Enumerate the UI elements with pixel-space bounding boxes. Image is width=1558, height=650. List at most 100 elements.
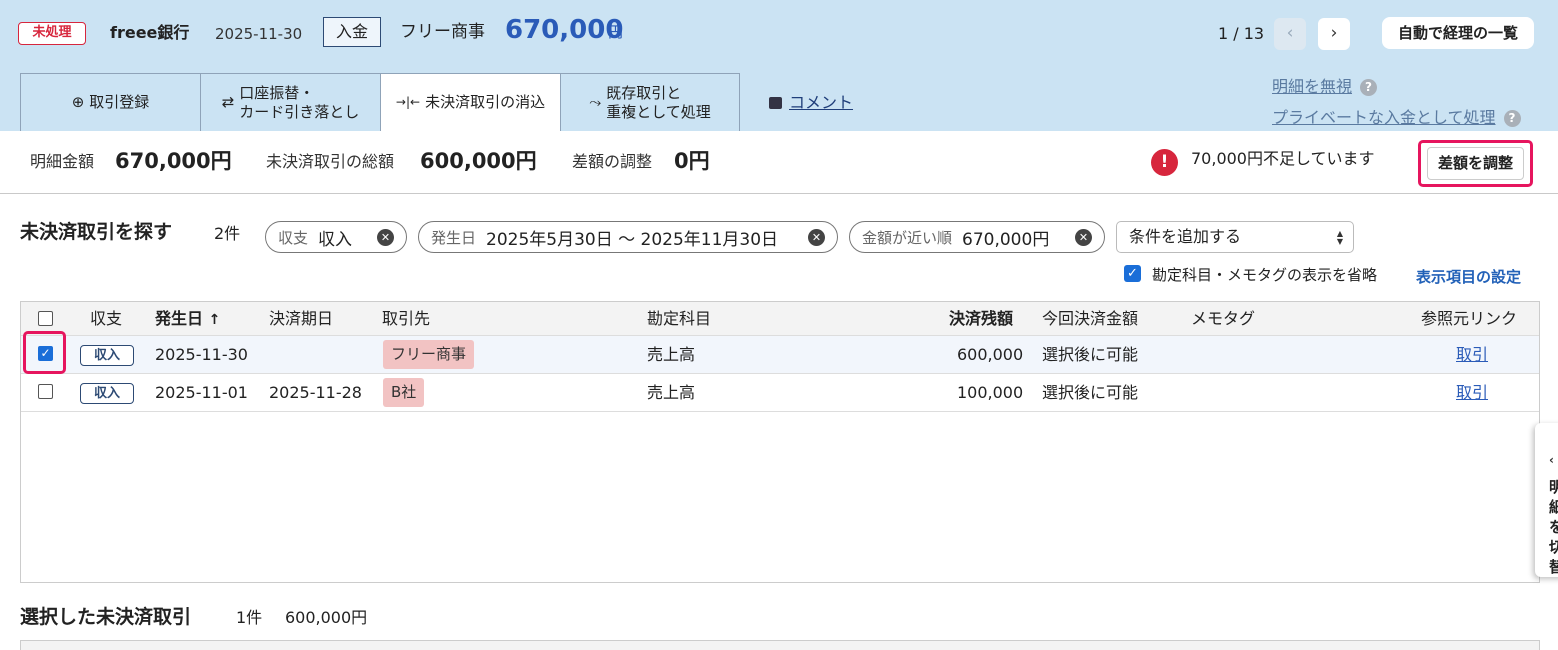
- warning-icon: !: [1151, 149, 1178, 176]
- filter-value: 670,000円: [962, 229, 1050, 250]
- column-date[interactable]: 発生日 ↑: [155, 308, 220, 331]
- unsettled-transactions-table: 収支 発生日 ↑ 決済期日 取引先 勘定科目 決済残額 今回決済金額 メモタグ …: [20, 301, 1540, 583]
- ignore-detail-label: 明細を無視: [1272, 77, 1353, 96]
- unsettled-total-label: 未決済取引の総額: [266, 152, 395, 171]
- prev-page-button[interactable]: ‹: [1274, 18, 1306, 50]
- row-account: 売上高: [647, 345, 696, 364]
- clear-filter-icon[interactable]: ✕: [1075, 229, 1092, 246]
- comment-link[interactable]: コメント: [769, 92, 853, 114]
- private-deposit-label: プライベートな入金として処理: [1272, 108, 1496, 127]
- shortage-warning: 70,000円不足しています: [1191, 149, 1375, 168]
- adjust-difference-highlight: 差額を調整: [1418, 140, 1533, 187]
- filter-label: 収支: [278, 228, 309, 247]
- filter-chip-amount[interactable]: 金額が近い順 670,000円 ✕: [849, 221, 1105, 253]
- checkbox-highlight: [23, 331, 66, 374]
- row-remaining: 600,000: [957, 345, 1024, 364]
- partner-name: フリー商事: [400, 22, 485, 42]
- merge-icon: →|←: [395, 95, 421, 109]
- duplicate-arrow-icon: ⤳: [589, 93, 602, 111]
- row-payment: 選択後に可能: [1042, 383, 1139, 402]
- select-arrow-icon: ▲ ▼: [1336, 229, 1343, 246]
- add-condition-select[interactable]: 条件を追加する ▲ ▼: [1116, 221, 1354, 253]
- kind-badge: 収入: [80, 345, 134, 366]
- search-section-title: 未決済取引を探す: [20, 221, 173, 243]
- selected-count: 1件: [236, 608, 263, 627]
- tab-clear-unsettled[interactable]: →|← 未決済取引の消込: [380, 73, 561, 131]
- table-row[interactable]: 収入 2025-11-01 2025-11-28 B社 売上高 100,000 …: [21, 374, 1539, 412]
- transaction-amount: 670,000: [505, 15, 624, 45]
- selected-section-title: 選択した未決済取引: [20, 606, 192, 628]
- filter-chip-date[interactable]: 発生日 2025年5月30日 〜 2025年11月30日 ✕: [418, 221, 838, 253]
- difference-label: 差額の調整: [572, 152, 653, 171]
- pager-count: 1 / 13: [1218, 24, 1265, 43]
- kind-badge: 収入: [80, 383, 134, 404]
- search-result-count: 2件: [214, 224, 241, 243]
- row-checkbox[interactable]: [38, 384, 53, 399]
- auto-accounting-list-button[interactable]: 自動で経理の一覧: [1382, 17, 1534, 49]
- column-partner[interactable]: 取引先: [382, 308, 430, 330]
- row-date: 2025-11-30: [155, 345, 248, 364]
- drawer-label: 明細を切替: [1549, 478, 1558, 576]
- filter-label: 発生日: [431, 228, 477, 247]
- column-account[interactable]: 勘定科目: [647, 308, 711, 330]
- filter-label: 金額が近い順: [862, 228, 953, 247]
- amount-unit: 円: [608, 23, 624, 41]
- table-header: 収支 発生日 ↑ 決済期日 取引先 勘定科目 決済残額 今回決済金額 メモタグ …: [21, 302, 1539, 336]
- tab-label: 既存取引と 重複として処理: [606, 83, 711, 121]
- partner-tag: B社: [383, 378, 425, 407]
- help-icon[interactable]: ?: [1360, 79, 1378, 96]
- sort-up-icon: ↑: [208, 312, 221, 328]
- private-deposit-link[interactable]: プライベートな入金として処理?: [1272, 107, 1521, 129]
- next-page-button[interactable]: ›: [1318, 18, 1350, 50]
- column-remaining[interactable]: 決済残額: [949, 308, 1013, 330]
- column-kind[interactable]: 収支: [90, 308, 122, 330]
- detail-amount-value: 670,000円: [115, 149, 232, 173]
- clear-filter-icon[interactable]: ✕: [377, 229, 394, 246]
- chevron-left-icon: ‹: [1549, 453, 1554, 467]
- table-row[interactable]: ✓ 収入 2025-11-30 フリー商事 売上高 600,000 選択後に可能…: [21, 336, 1539, 374]
- transaction-date: 2025-11-30: [215, 25, 303, 43]
- column-payment[interactable]: 今回決済金額: [1042, 308, 1138, 330]
- tab-label: 口座振替・ カード引き落とし: [239, 83, 360, 121]
- filter-chip-kind[interactable]: 収支 収入 ✕: [265, 221, 407, 253]
- partner-tag: フリー商事: [383, 340, 475, 369]
- row-remaining: 100,000: [957, 383, 1024, 402]
- help-icon[interactable]: ?: [1503, 110, 1521, 127]
- select-all-checkbox[interactable]: [38, 311, 53, 326]
- comment-icon: [769, 97, 782, 109]
- tab-label: 取引登録: [89, 93, 150, 111]
- detail-amount-label: 明細金額: [30, 152, 95, 171]
- detail-drawer-tab[interactable]: ‹ 明細を切替: [1535, 423, 1558, 577]
- tab-label: 未決済取引の消込: [425, 93, 546, 111]
- clear-filter-icon[interactable]: ✕: [808, 229, 825, 246]
- deposit-type-badge: 入金: [323, 17, 381, 47]
- row-ref-link[interactable]: 取引: [1456, 382, 1488, 404]
- status-badge: 未処理: [18, 22, 86, 45]
- row-ref-link[interactable]: 取引: [1456, 344, 1488, 366]
- row-due-date: 2025-11-28: [269, 383, 362, 402]
- column-due-date[interactable]: 決済期日: [269, 308, 333, 330]
- transfer-arrows-icon: ⇄: [221, 93, 235, 111]
- ignore-detail-link[interactable]: 明細を無視?: [1272, 76, 1378, 98]
- add-condition-label: 条件を追加する: [1129, 227, 1242, 246]
- tab-duplicate[interactable]: ⤳ 既存取引と 重複として処理: [560, 73, 740, 131]
- adjust-difference-button[interactable]: 差額を調整: [1427, 147, 1524, 180]
- omit-display-checkbox[interactable]: ✓: [1124, 265, 1141, 282]
- column-memo[interactable]: メモタグ: [1191, 308, 1255, 330]
- column-ref-link[interactable]: 参照元リンク: [1421, 308, 1517, 330]
- row-account: 売上高: [647, 383, 696, 402]
- row-date: 2025-11-01: [155, 383, 248, 402]
- omit-display-label: 勘定科目・メモタグの表示を省略: [1152, 266, 1378, 284]
- unsettled-total-value: 600,000円: [420, 149, 537, 173]
- display-settings-link[interactable]: 表示項目の設定: [1416, 266, 1521, 288]
- filter-value: 2025年5月30日 〜 2025年11月30日: [486, 229, 779, 250]
- tab-transfer[interactable]: ⇄ 口座振替・ カード引き落とし: [200, 73, 381, 131]
- plus-circle-icon: ⊕: [71, 93, 85, 111]
- transaction-header: 未処理 freee銀行 2025-11-30 入金 フリー商事 670,000 …: [0, 0, 1558, 131]
- comment-label: コメント: [789, 93, 854, 112]
- difference-value: 0円: [674, 149, 710, 173]
- tab-register-transaction[interactable]: ⊕ 取引登録: [20, 73, 201, 131]
- selected-table-header: [20, 640, 1540, 650]
- bank-name: freee銀行: [110, 23, 190, 42]
- column-date-label: 発生日: [155, 309, 204, 328]
